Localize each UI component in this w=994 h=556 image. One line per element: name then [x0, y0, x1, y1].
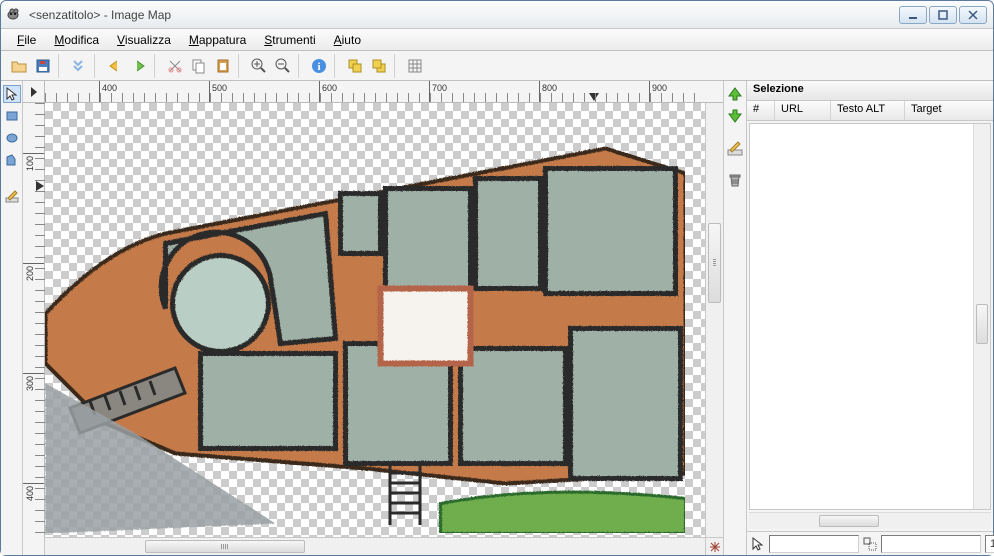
panel-horizontal-scrollbar[interactable] — [749, 512, 991, 529]
col-num[interactable]: # — [747, 101, 775, 120]
menu-visualizza[interactable]: Visualizza — [109, 31, 179, 49]
selection-panel-title: Selezione — [747, 81, 993, 101]
horizontal-scrollbar[interactable] — [45, 537, 705, 555]
viewport[interactable] — [45, 103, 705, 537]
save-button[interactable] — [31, 54, 55, 78]
col-alt[interactable]: Testo ALT — [831, 101, 905, 120]
grid-button[interactable] — [403, 54, 427, 78]
window-title: <senzatitolo> - Image Map — [29, 8, 899, 22]
status-bar: 1:1 — [747, 531, 993, 555]
close-button[interactable] — [959, 6, 987, 24]
horizontal-ruler[interactable]: 400 500 600 700 800 900 — [45, 81, 705, 103]
zoom-out-button[interactable] — [271, 54, 295, 78]
map-image — [45, 103, 685, 533]
dimensions-icon — [863, 536, 877, 552]
delete-area-button[interactable] — [726, 171, 744, 189]
status-pointer-coord — [769, 535, 859, 553]
open-button[interactable] — [7, 54, 31, 78]
rectangle-tool[interactable] — [3, 107, 21, 125]
minimize-button[interactable] — [899, 6, 927, 24]
navigator-button[interactable] — [705, 537, 723, 555]
pointer-coord-icon — [751, 536, 765, 552]
selection-panel: Selezione # URL Testo ALT Target 1:1 — [747, 81, 993, 555]
status-dimensions — [881, 535, 981, 553]
col-url[interactable]: URL — [775, 101, 831, 120]
vertical-scrollbar[interactable] — [705, 103, 723, 537]
undo-button[interactable] — [103, 54, 127, 78]
menu-aiuto[interactable]: Aiuto — [326, 31, 369, 49]
selection-actions — [723, 81, 747, 555]
redo-button[interactable] — [127, 54, 151, 78]
menu-mappatura[interactable]: Mappatura — [181, 31, 254, 49]
polygon-tool[interactable] — [3, 151, 21, 169]
copy-button[interactable] — [187, 54, 211, 78]
maximize-button[interactable] — [929, 6, 957, 24]
edit-tool[interactable] — [3, 187, 21, 205]
edit-area-button[interactable] — [726, 139, 744, 157]
status-zoom: 1:1 — [985, 535, 994, 553]
selection-list[interactable] — [749, 123, 991, 510]
menu-modifica[interactable]: Modifica — [46, 31, 107, 49]
main-area: 400 500 600 700 800 900 100 200 300 400 — [1, 81, 993, 555]
move-front-button[interactable] — [343, 54, 367, 78]
move-down-button[interactable] — [726, 107, 744, 125]
menu-file[interactable]: File — [9, 31, 44, 49]
canvas-area: 400 500 600 700 800 900 100 200 300 400 — [23, 81, 723, 555]
circle-tool[interactable] — [3, 129, 21, 147]
zoom-in-button[interactable] — [247, 54, 271, 78]
toolbar: i — [1, 51, 993, 81]
info-button[interactable]: i — [307, 54, 331, 78]
preferences-button[interactable] — [67, 54, 91, 78]
vertical-ruler[interactable]: 100 200 300 400 — [23, 103, 45, 537]
move-up-button[interactable] — [726, 85, 744, 103]
toolbox — [1, 81, 23, 555]
paste-button[interactable] — [211, 54, 235, 78]
cut-button[interactable] — [163, 54, 187, 78]
pointer-tool[interactable] — [3, 85, 21, 103]
panel-vertical-scrollbar[interactable] — [973, 124, 990, 509]
col-target[interactable]: Target — [905, 101, 993, 120]
title-bar: <senzatitolo> - Image Map — [1, 1, 993, 29]
hruler-marker-icon — [589, 93, 599, 103]
ruler-origin[interactable] — [23, 81, 45, 103]
app-icon — [7, 7, 23, 23]
menu-strumenti[interactable]: Strumenti — [256, 31, 323, 49]
svg-text:i: i — [317, 61, 320, 73]
menu-bar: File Modifica Visualizza Mappatura Strum… — [1, 29, 993, 51]
selection-table-header: # URL Testo ALT Target — [747, 101, 993, 121]
move-back-button[interactable] — [367, 54, 391, 78]
